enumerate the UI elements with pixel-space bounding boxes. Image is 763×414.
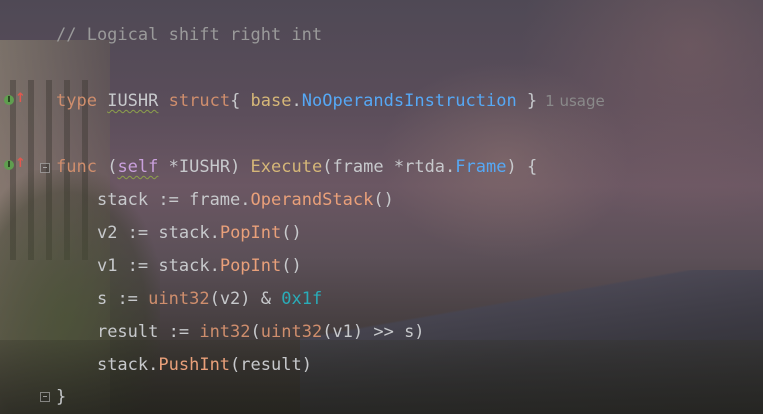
object[interactable]: frame: [189, 190, 240, 210]
embedded-type[interactable]: NoOperandsInstruction: [302, 91, 517, 111]
method-call[interactable]: PushInt: [158, 355, 230, 375]
keyword-struct: struct: [168, 91, 231, 111]
usage-hint[interactable]: 1 usage: [545, 92, 605, 110]
dot: .: [240, 190, 251, 210]
number-literal: 0x1f: [281, 289, 323, 309]
assign-op: :=: [117, 256, 159, 276]
variable[interactable]: stack: [97, 190, 148, 210]
object[interactable]: stack: [97, 355, 148, 375]
args: (): [281, 223, 302, 243]
code-line-closing-brace: }: [56, 385, 66, 409]
brace-open: {: [230, 91, 251, 111]
dot: .: [291, 91, 302, 111]
param-type[interactable]: Frame: [455, 157, 506, 177]
dot: .: [209, 256, 220, 276]
code-area[interactable]: // Logical shift right int type IUSHR st…: [0, 0, 763, 414]
method-call[interactable]: PopInt: [220, 223, 281, 243]
variable[interactable]: result: [97, 322, 158, 342]
dot: .: [209, 223, 220, 243]
comment-text: // Logical shift right int: [56, 25, 323, 45]
type-conversion[interactable]: int32: [199, 322, 250, 342]
assign-op: :=: [148, 190, 190, 210]
type-name[interactable]: IUSHR: [107, 91, 158, 111]
receiver-type[interactable]: IUSHR: [179, 157, 230, 177]
code-line: stack := frame.OperandStack(): [56, 188, 394, 212]
variable[interactable]: v2: [97, 223, 117, 243]
code-line: stack.PushInt(result): [56, 353, 312, 377]
code-line: v2 := stack.PopInt(): [56, 221, 302, 245]
paren-open: (: [96, 157, 118, 177]
args: (): [281, 256, 302, 276]
brace-close: }: [56, 387, 67, 407]
shift-expression: (v1) >> s): [322, 322, 425, 342]
code-line: v1 := stack.PopInt(): [56, 254, 302, 278]
code-line-func-decl: func (self *IUSHR) Execute(frame *rtda.F…: [56, 155, 537, 179]
assign-op: :=: [107, 289, 149, 309]
conversion-arg: (v2): [209, 289, 251, 309]
dot: .: [148, 355, 159, 375]
method-call[interactable]: PopInt: [220, 256, 281, 276]
brace-close: }: [516, 91, 538, 111]
code-line-type-decl: type IUSHR struct{ base.NoOperandsInstru…: [56, 89, 605, 113]
paren-close: ): [230, 157, 251, 177]
object[interactable]: stack: [158, 223, 209, 243]
params-open: (frame *: [322, 157, 405, 177]
code-line: s := uint32(v2) & 0x1f: [56, 287, 322, 311]
args: (): [373, 190, 394, 210]
keyword-func: func: [56, 157, 97, 177]
method-call[interactable]: OperandStack: [251, 190, 374, 210]
args: (result): [230, 355, 312, 375]
package-name[interactable]: rtda: [404, 157, 445, 177]
assign-op: :=: [117, 223, 159, 243]
pointer: *: [158, 157, 179, 177]
type-conversion[interactable]: uint32: [148, 289, 209, 309]
code-line: result := int32(uint32(v1) >> s): [56, 320, 425, 344]
variable[interactable]: v1: [97, 256, 117, 276]
assign-op: :=: [158, 322, 200, 342]
code-line-comment: // Logical shift right int: [56, 23, 322, 47]
object[interactable]: stack: [158, 256, 209, 276]
variable[interactable]: s: [97, 289, 107, 309]
paren: (: [250, 322, 261, 342]
params-close: ) {: [506, 157, 538, 177]
package-name[interactable]: base: [251, 91, 292, 111]
receiver-name[interactable]: self: [117, 157, 158, 177]
keyword-type: type: [56, 91, 97, 111]
and-op: &: [250, 289, 282, 309]
method-name[interactable]: Execute: [251, 157, 323, 177]
type-conversion[interactable]: uint32: [261, 322, 322, 342]
dot: .: [445, 157, 456, 177]
